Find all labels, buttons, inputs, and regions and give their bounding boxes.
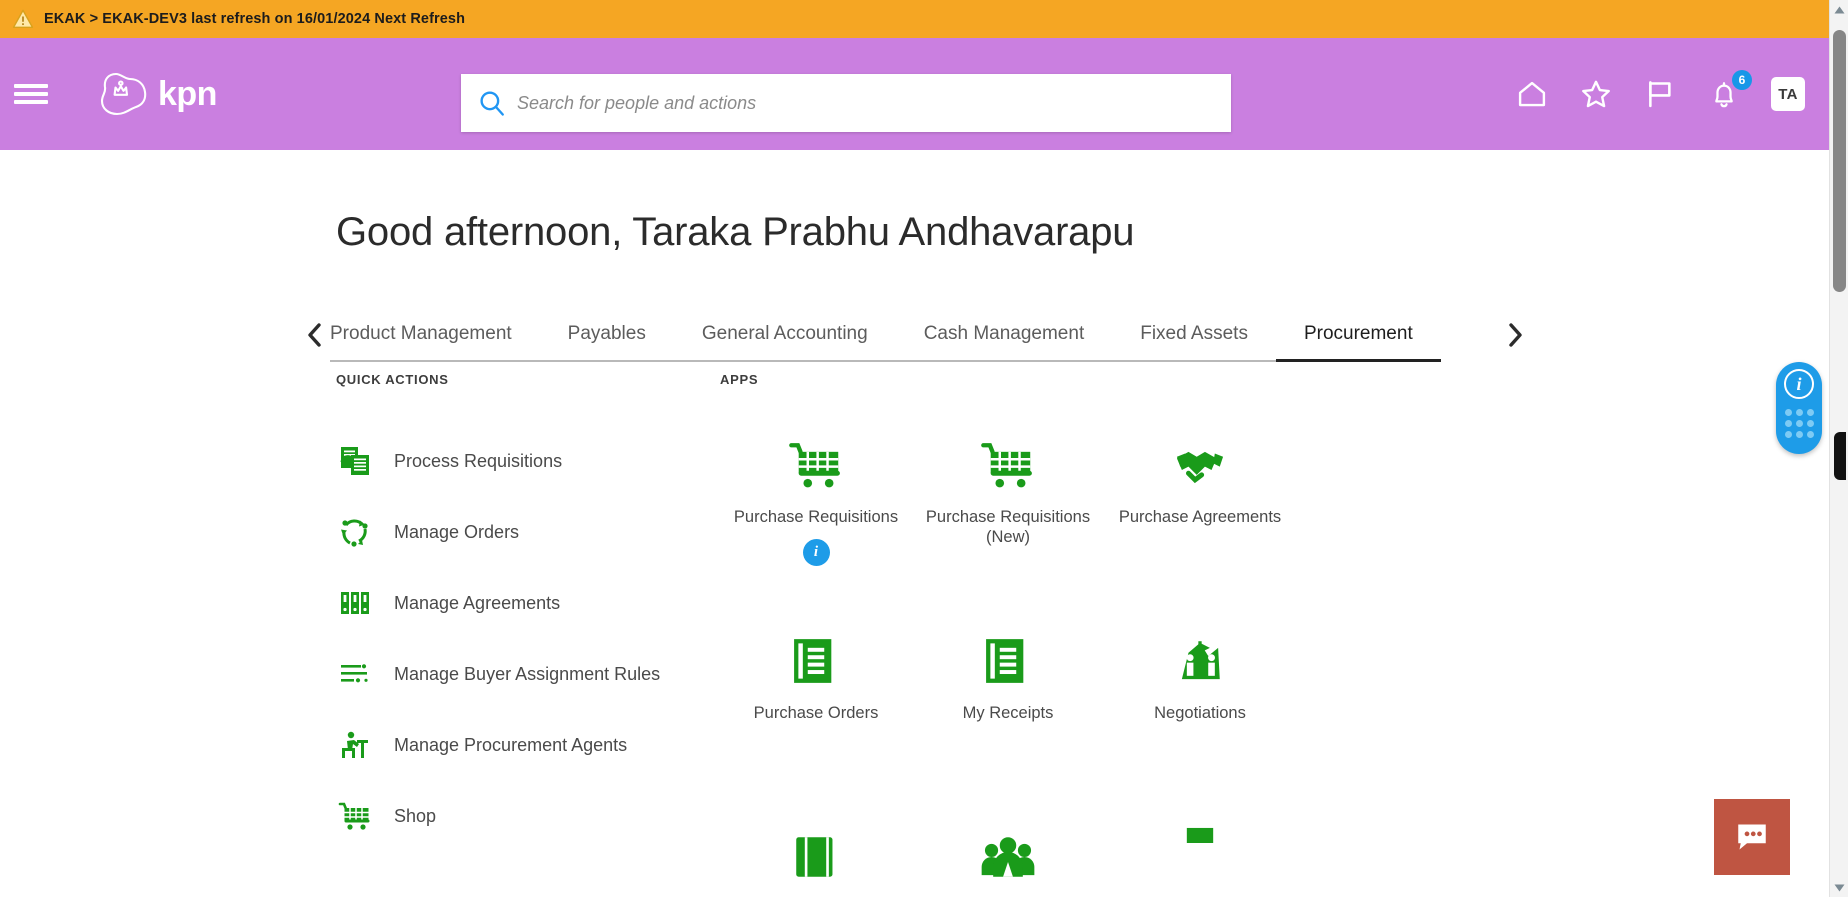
global-header: kpn 6 TA: [0, 38, 1829, 150]
document-list-icon: [788, 627, 844, 689]
scrollbar-thumb[interactable]: [1833, 30, 1846, 292]
tab-payables[interactable]: Payables: [539, 308, 674, 362]
scroll-up-arrow-icon[interactable]: [1830, 0, 1848, 19]
notification-count-badge: 6: [1732, 70, 1752, 90]
quick-action-buyer-assignment-rules[interactable]: Manage Buyer Assignment Rules: [336, 644, 716, 704]
scroll-down-arrow-icon[interactable]: [1830, 878, 1848, 897]
document-list-icon: [1172, 823, 1228, 843]
app-label: Purchase Requisitions (New): [925, 508, 1091, 547]
app-tile-suppliers[interactable]: Suppliers: [912, 823, 1104, 897]
kpn-brand-logo[interactable]: kpn: [96, 68, 217, 120]
search-input[interactable]: [517, 74, 1231, 132]
app-label: Negotiations: [1154, 704, 1246, 722]
procurement-agents-icon: [336, 726, 374, 764]
scrollbar-position-marker[interactable]: [1834, 432, 1846, 480]
tab-scroll-left-button[interactable]: [300, 315, 330, 355]
quick-action-shop[interactable]: Shop: [336, 786, 716, 846]
tab-fixed-assets[interactable]: Fixed Assets: [1112, 308, 1276, 362]
app-tile-negotiations[interactable]: Negotiations: [1104, 627, 1296, 823]
user-avatar[interactable]: TA: [1771, 77, 1805, 111]
quick-actions-column: QUICK ACTIONS Process Requisitions Manag…: [336, 372, 716, 857]
tab-cash-management[interactable]: Cash Management: [895, 308, 1113, 362]
springboard-content: Good afternoon, Taraka Prabhu Andhavarap…: [0, 150, 1829, 897]
warning-triangle-icon: [12, 9, 34, 28]
notifications-bell-icon[interactable]: 6: [1707, 70, 1752, 111]
alert-message: EKAK > EKAK-DEV3 last refresh on 16/01/2…: [44, 11, 466, 27]
brand-name: kpn: [158, 75, 217, 113]
catalog-books-icon: [788, 823, 844, 885]
header-action-icons: 6 TA: [1515, 38, 1805, 150]
handshake-icon: [1172, 431, 1228, 493]
app-tile-catalogs[interactable]: Catalogs i: [720, 823, 912, 897]
hamburger-menu-icon[interactable]: [14, 81, 48, 107]
apps-grid: Purchase Requisitions i Purchase Requisi…: [720, 431, 1440, 897]
app-tile-purchase-requisitions[interactable]: Purchase Requisitions i: [720, 431, 912, 627]
tab-scroll-right-button[interactable]: [1500, 315, 1530, 355]
favorites-star-icon[interactable]: [1579, 77, 1613, 111]
chat-launcher-button[interactable]: [1714, 799, 1790, 875]
tabs-track: Product Management Payables General Acco…: [330, 308, 1500, 362]
app-tile-purchase-requisitions-new[interactable]: Purchase Requisitions (New): [912, 431, 1104, 627]
quick-action-process-requisitions[interactable]: Process Requisitions: [336, 431, 716, 491]
quick-action-label: Manage Procurement Agents: [394, 734, 628, 755]
app-label: My Receipts: [962, 704, 1054, 722]
tab-general-accounting[interactable]: General Accounting: [673, 308, 896, 362]
shopping-cart-icon: [336, 797, 374, 835]
apps-heading: APPS: [720, 372, 759, 387]
buyer-assignment-rules-icon: [336, 655, 374, 693]
receipt-document-icon: [980, 627, 1036, 689]
kpn-crown-logo-icon: [100, 72, 147, 116]
shopping-cart-icon: [980, 431, 1036, 493]
apps-column: APPS Purchase Requisitions i Purchase Re…: [720, 372, 1440, 897]
app-label: Purchase Orders: [753, 704, 879, 722]
suppliers-people-icon: [980, 823, 1036, 885]
page-scrollbar[interactable]: [1829, 0, 1848, 897]
category-tabstrip: Product Management Payables General Acco…: [300, 308, 1530, 362]
manage-orders-icon: [336, 513, 374, 551]
chevron-left-icon: [308, 323, 321, 347]
global-search-box[interactable]: [461, 74, 1231, 132]
shopping-cart-icon: [788, 431, 844, 493]
drag-handle-dots[interactable]: [1784, 409, 1814, 438]
app-label: Purchase Agreements: [1118, 508, 1282, 526]
tab-product-management[interactable]: Product Management: [330, 308, 540, 362]
process-requisitions-icon: [336, 442, 374, 480]
flag-icon[interactable]: [1643, 77, 1677, 111]
quick-action-manage-agreements[interactable]: Manage Agreements: [336, 573, 716, 633]
manage-agreements-icon: [336, 584, 374, 622]
quick-action-label: Manage Agreements: [394, 592, 561, 613]
app-label: Purchase Requisitions: [733, 508, 899, 526]
quick-action-label: Shop: [394, 805, 437, 826]
app-tile-my-receipts[interactable]: My Receipts: [912, 627, 1104, 823]
floating-info-widget[interactable]: i: [1776, 362, 1822, 454]
tabs-viewport: Product Management Payables General Acco…: [330, 308, 1500, 362]
app-tile-purchase-agreements[interactable]: Purchase Agreements: [1104, 431, 1296, 627]
app-info-badge[interactable]: i: [802, 539, 830, 567]
quick-action-label: Manage Buyer Assignment Rules: [394, 663, 661, 684]
quick-action-procurement-agents[interactable]: Manage Procurement Agents: [336, 715, 716, 775]
quick-actions-heading: QUICK ACTIONS: [336, 372, 449, 387]
info-icon[interactable]: i: [1784, 369, 1814, 399]
chevron-right-icon: [1509, 323, 1522, 347]
tab-procurement[interactable]: Procurement: [1275, 308, 1441, 362]
page-title: Good afternoon, Taraka Prabhu Andhavarap…: [336, 210, 1135, 254]
environment-alert-banner: EKAK > EKAK-DEV3 last refresh on 16/01/2…: [0, 0, 1829, 38]
chat-bubble-icon: [1738, 824, 1766, 850]
negotiations-icon: [1172, 627, 1228, 689]
app-tile-purchase-orders[interactable]: Purchase Orders: [720, 627, 912, 823]
app-tile-next-row-partial-1[interactable]: [1104, 823, 1296, 843]
search-icon: [480, 91, 504, 116]
quick-action-manage-orders[interactable]: Manage Orders: [336, 502, 716, 562]
quick-action-label: Process Requisitions: [394, 450, 563, 471]
quick-action-label: Manage Orders: [394, 521, 520, 542]
home-icon[interactable]: [1515, 77, 1549, 111]
